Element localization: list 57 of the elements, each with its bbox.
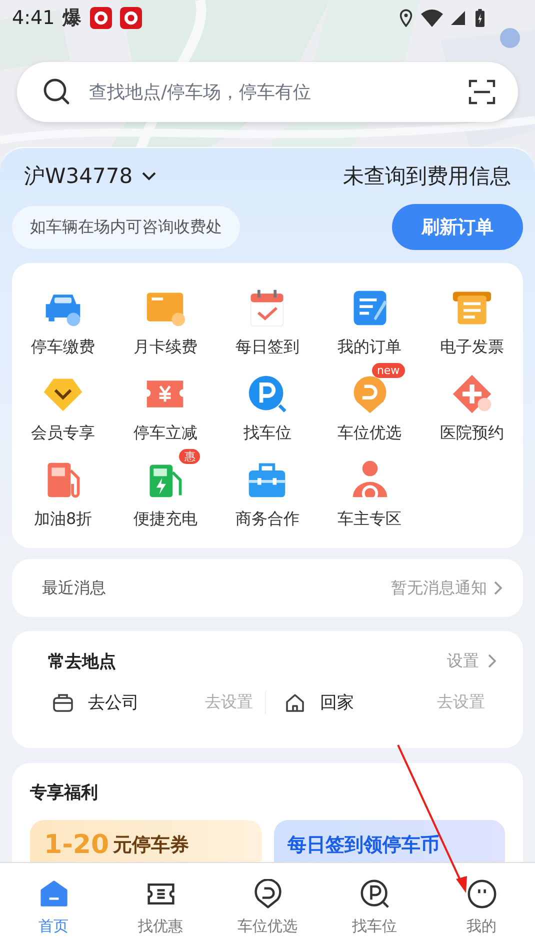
refresh-button[interactable]: 刷新订单: [392, 204, 523, 250]
search-bar[interactable]: 查找地点/停车场，停车有位: [17, 62, 518, 122]
messages-status: 暂无消息通知: [391, 578, 487, 598]
tab[interactable]: 我的: [428, 863, 535, 951]
location-icon: [399, 9, 413, 27]
service-item[interactable]: 停车缴费: [12, 275, 114, 361]
service-item[interactable]: 月卡续费: [114, 275, 216, 361]
service-item[interactable]: 车主专区: [318, 447, 421, 533]
signal-icon: [451, 9, 465, 27]
messages-card[interactable]: 最近消息 暂无消息通知: [12, 559, 523, 617]
messages-title: 最近消息: [42, 578, 107, 598]
section-title: 专享福利: [30, 783, 99, 803]
app-notification-icon: [120, 7, 142, 29]
tab[interactable]: 找车位: [321, 863, 428, 951]
medical-cross-icon: [450, 373, 493, 415]
promo-banner[interactable]: 每日签到领停车币: [274, 820, 505, 863]
service-item[interactable]: 电子发票: [420, 275, 523, 361]
status-time: 4:41: [12, 7, 55, 29]
place-name[interactable]: 回家: [320, 691, 423, 714]
tab[interactable]: 首页: [0, 863, 107, 951]
chevron-down-icon: [140, 171, 157, 181]
plate-selector[interactable]: 沪W34778: [24, 162, 157, 190]
service-badge: new: [372, 363, 405, 378]
service-item[interactable]: 停车立减: [114, 361, 216, 447]
home-icon: [38, 879, 68, 909]
face-icon: [466, 879, 496, 909]
search-icon: [43, 78, 71, 106]
service-item[interactable]: 会员专享: [12, 361, 114, 447]
service-item[interactable]: 惠 便捷充电: [114, 447, 216, 533]
wifi-icon: [421, 9, 443, 27]
service-item[interactable]: 我的订单: [318, 275, 421, 361]
status-glyph: 爆: [62, 6, 82, 31]
search-field[interactable]: 查找地点/停车场，停车有位: [87, 80, 452, 104]
app-notification-icon: [90, 7, 112, 29]
service-item[interactable]: new 车位优选: [318, 361, 421, 447]
service-item[interactable]: 每日签到: [216, 275, 319, 361]
chevron-right-icon: [487, 653, 497, 669]
chevron-right-icon: [493, 580, 503, 596]
section-title: 常去地点: [48, 650, 117, 672]
service-item[interactable]: 医院预约: [420, 361, 523, 447]
home-icon: [284, 692, 306, 714]
service-badge: 惠: [179, 449, 200, 464]
service-item[interactable]: 加油8折: [12, 447, 114, 533]
hint-pill: 如车辆在场内可咨询收费处: [12, 206, 240, 248]
parking-icon: [360, 879, 390, 909]
place-name[interactable]: 去公司: [88, 691, 191, 714]
service-item[interactable]: 商务合作: [216, 447, 319, 533]
pin-icon: [252, 879, 282, 909]
parking-search-icon: [246, 373, 288, 415]
service-item[interactable]: 找车位: [216, 361, 319, 447]
fee-status: 未查询到费用信息: [343, 163, 511, 190]
battery-icon: [473, 9, 487, 27]
tab[interactable]: 车位优选: [214, 863, 321, 951]
promo-banner[interactable]: 1-20 元停车券: [30, 820, 262, 863]
tab[interactable]: 找优惠: [107, 863, 214, 951]
scan-icon[interactable]: [468, 78, 496, 106]
briefcase-icon: [52, 692, 74, 714]
